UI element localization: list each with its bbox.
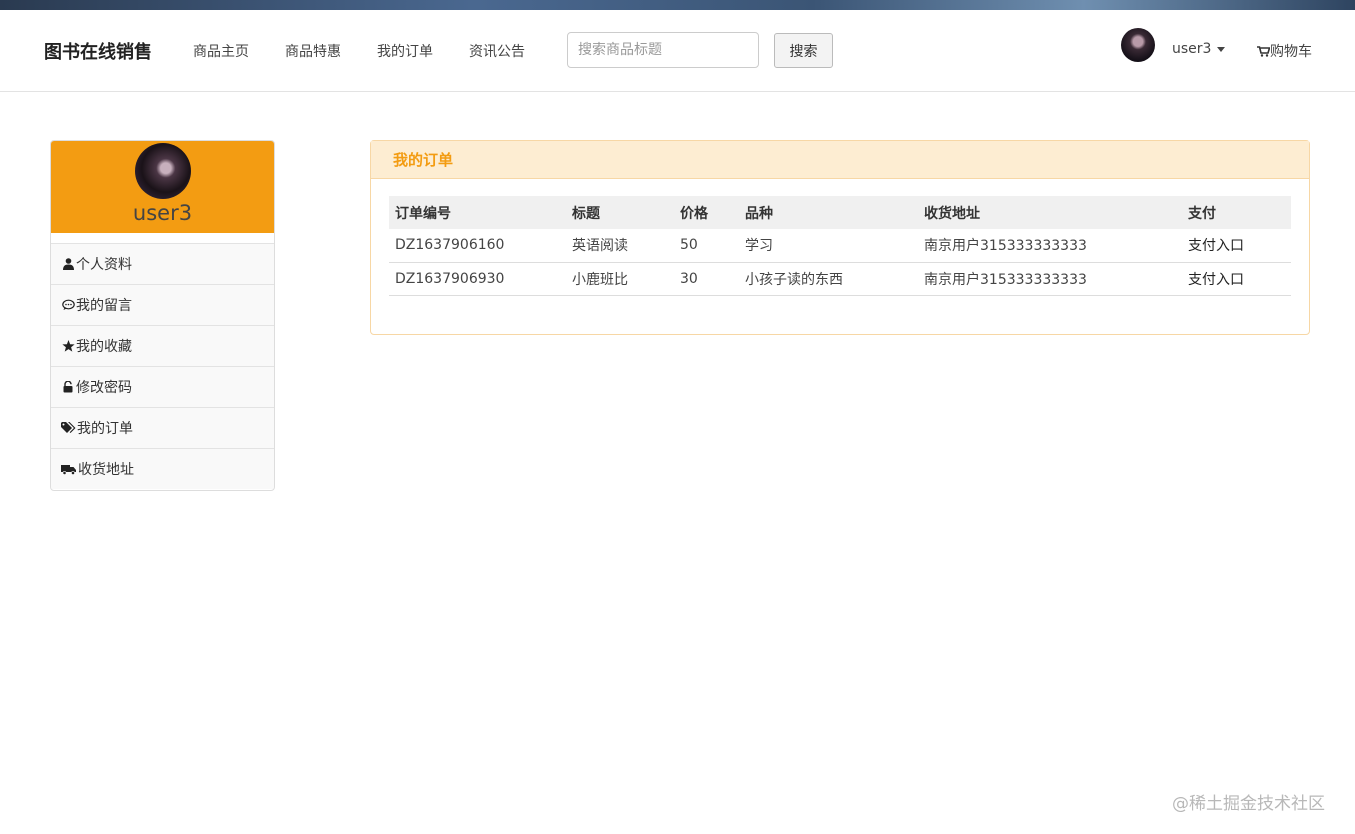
sidebar-item-favorites[interactable]: 我的收藏 [51, 325, 274, 366]
column-header-address: 收货地址 [918, 196, 1182, 229]
star-icon [61, 339, 75, 353]
table-row: DZ1637906930 小鹿班比 30 小孩子读的东西 南京用户3153333… [389, 262, 1291, 296]
table-header-row: 订单编号 标题 价格 品种 收货地址 支付 [389, 196, 1291, 229]
order-address-cell: 南京用户315333333333 [918, 229, 1182, 263]
column-header-order-id: 订单编号 [389, 196, 566, 229]
shopping-cart-icon [1257, 46, 1270, 57]
column-header-category: 品种 [739, 196, 918, 229]
profile-avatar [135, 143, 191, 199]
order-title-cell: 英语阅读 [566, 229, 674, 263]
unlock-icon [61, 380, 75, 394]
column-header-payment: 支付 [1182, 196, 1291, 229]
top-navbar: 图书在线销售 商品主页 商品特惠 我的订单 资讯公告 搜索 user3 购物车 [0, 10, 1355, 92]
orders-table: 订单编号 标题 价格 品种 收货地址 支付 DZ1637906160 英语阅读 … [389, 196, 1291, 296]
order-price-cell: 50 [674, 229, 739, 263]
sidebar-item-change-password[interactable]: 修改密码 [51, 366, 274, 407]
nav-item-news[interactable]: 资讯公告 [469, 41, 525, 61]
orders-panel-title: 我的订单 [371, 141, 1309, 179]
order-address-cell: 南京用户315333333333 [918, 262, 1182, 296]
cart-link[interactable]: 购物车 [1257, 41, 1312, 61]
sidebar-item-label: 我的收藏 [76, 339, 132, 355]
sidebar-item-messages[interactable]: 我的留言 [51, 284, 274, 325]
sidebar-item-label: 个人资料 [76, 257, 132, 273]
pay-link[interactable]: 支付入口 [1182, 262, 1291, 296]
sidebar-item-shipping-address[interactable]: 收货地址 [51, 448, 274, 489]
user-icon [61, 257, 75, 271]
user-avatar[interactable] [1121, 28, 1155, 62]
column-header-title: 标题 [566, 196, 674, 229]
browser-top-strip [0, 0, 1355, 10]
nav-item-home[interactable]: 商品主页 [193, 41, 249, 61]
order-title-cell: 小鹿班比 [566, 262, 674, 296]
nav-item-specials[interactable]: 商品特惠 [285, 41, 341, 61]
comment-icon [61, 298, 75, 312]
table-row: DZ1637906160 英语阅读 50 学习 南京用户315333333333… [389, 229, 1291, 263]
order-price-cell: 30 [674, 262, 739, 296]
sidebar-item-my-orders[interactable]: 我的订单 [51, 407, 274, 448]
sidebar-item-label: 收货地址 [78, 462, 134, 478]
profile-username: user3 [132, 201, 193, 225]
sidebar-item-label: 修改密码 [76, 380, 132, 396]
tags-icon [61, 421, 76, 435]
site-brand[interactable]: 图书在线销售 [44, 38, 152, 64]
sidebar-item-label: 我的订单 [77, 421, 133, 437]
cart-label: 购物车 [1270, 44, 1312, 60]
watermark-text: @稀土掘金技术社区 [1172, 794, 1325, 814]
column-header-price: 价格 [674, 196, 739, 229]
sidebar-item-label: 我的留言 [76, 298, 132, 314]
orders-panel: 我的订单 订单编号 标题 价格 品种 收货地址 支付 DZ1637906160 … [370, 140, 1310, 335]
sidebar-item-profile[interactable]: 个人资料 [51, 243, 274, 284]
order-id-cell: DZ1637906160 [389, 229, 566, 263]
truck-icon [61, 462, 77, 476]
caret-down-icon [1217, 46, 1226, 52]
search-input[interactable] [567, 32, 759, 68]
profile-header: user3 [51, 141, 274, 233]
order-category-cell: 学习 [739, 229, 918, 263]
nav-item-my-orders[interactable]: 我的订单 [377, 41, 433, 61]
pay-link[interactable]: 支付入口 [1182, 229, 1291, 263]
sidebar-spacer [51, 233, 274, 243]
user-menu-dropdown[interactable]: user3 [1172, 41, 1226, 57]
user-sidebar: user3 个人资料 我的留言 我的收藏 修改密码 我的订单 收货地址 [50, 140, 275, 491]
order-id-cell: DZ1637906930 [389, 262, 566, 296]
order-category-cell: 小孩子读的东西 [739, 262, 918, 296]
user-menu-name: user3 [1172, 41, 1212, 57]
search-button[interactable]: 搜索 [774, 33, 833, 68]
